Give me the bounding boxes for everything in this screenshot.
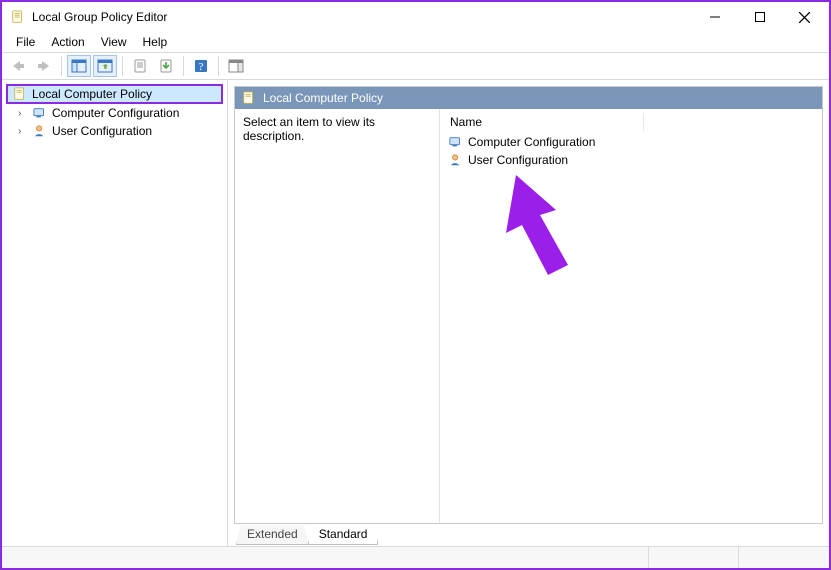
tree-root-local-computer-policy[interactable]: Local Computer Policy: [6, 84, 223, 104]
column-header-name[interactable]: Name: [444, 113, 644, 131]
toolbar-separator: [122, 56, 123, 76]
tab-standard[interactable]: Standard: [308, 524, 379, 545]
computer-icon: [448, 134, 464, 150]
status-cell: [739, 547, 829, 568]
menu-action[interactable]: Action: [43, 33, 92, 51]
toolbar-separator: [61, 56, 62, 76]
tabs-row: Extended Standard: [228, 523, 829, 545]
statusbar: [2, 546, 829, 568]
menu-file[interactable]: File: [8, 33, 43, 51]
window-title: Local Group Policy Editor: [32, 10, 692, 24]
window-controls: [692, 3, 827, 31]
tab-extended[interactable]: Extended: [236, 525, 309, 545]
list-header: Name: [444, 113, 818, 131]
body-split: Local Computer Policy › Computer Configu…: [2, 80, 829, 546]
tree-node-label: Computer Configuration: [52, 106, 179, 120]
toolbar-separator: [218, 56, 219, 76]
list-item-label: Computer Configuration: [468, 135, 595, 149]
tree-node-user-configuration[interactable]: › User Configuration: [6, 122, 223, 140]
tree-node-label: User Configuration: [52, 124, 152, 138]
user-icon: [32, 123, 48, 139]
content-header: Local Computer Policy: [235, 87, 822, 109]
content-body: Select an item to view its description. …: [235, 109, 822, 523]
show-hide-tree-button[interactable]: [67, 55, 91, 77]
computer-icon: [32, 105, 48, 121]
list-item-label: User Configuration: [468, 153, 568, 167]
show-hide-action-pane-button[interactable]: [224, 55, 248, 77]
right-pane: Local Computer Policy Select an item to …: [228, 80, 829, 546]
app-icon: [10, 9, 26, 25]
app-window: Local Group Policy Editor File Action Vi…: [0, 0, 831, 570]
forward-button[interactable]: [32, 55, 56, 77]
description-column: Select an item to view its description.: [235, 109, 440, 523]
back-button[interactable]: [6, 55, 30, 77]
description-prompt: Select an item to view its description.: [243, 115, 375, 143]
policy-document-icon: [241, 90, 257, 106]
tree-root-label: Local Computer Policy: [32, 87, 152, 101]
list-column: Name Computer Configuration: [440, 109, 822, 523]
properties-button[interactable]: [128, 55, 152, 77]
close-button[interactable]: [782, 3, 827, 31]
maximize-button[interactable]: [737, 3, 782, 31]
list-item-computer-configuration[interactable]: Computer Configuration: [444, 133, 818, 151]
menubar: File Action View Help: [2, 32, 829, 52]
cursor-annotation-icon: [496, 175, 586, 288]
user-icon: [448, 152, 464, 168]
tree-node-computer-configuration[interactable]: › Computer Configuration: [6, 104, 223, 122]
menu-view[interactable]: View: [93, 33, 135, 51]
toolbar-separator: [183, 56, 184, 76]
help-button[interactable]: ?: [189, 55, 213, 77]
content-wrap: Local Computer Policy Select an item to …: [228, 80, 829, 524]
status-cell-main: [2, 547, 649, 568]
refresh-button[interactable]: [154, 55, 178, 77]
up-level-button[interactable]: [93, 55, 117, 77]
titlebar: Local Group Policy Editor: [2, 2, 829, 32]
policy-document-icon: [12, 86, 28, 102]
svg-text:?: ?: [199, 61, 204, 73]
list-item-user-configuration[interactable]: User Configuration: [444, 151, 818, 169]
expander-icon[interactable]: ›: [18, 126, 28, 137]
minimize-button[interactable]: [692, 3, 737, 31]
expander-icon[interactable]: ›: [18, 108, 28, 119]
content-header-title: Local Computer Policy: [263, 91, 383, 105]
toolbar: ?: [2, 52, 829, 80]
status-cell: [649, 547, 739, 568]
menu-help[interactable]: Help: [135, 33, 176, 51]
list-rows: Computer Configuration User Configuratio…: [444, 131, 818, 169]
content-panel: Local Computer Policy Select an item to …: [234, 86, 823, 524]
tree-pane[interactable]: Local Computer Policy › Computer Configu…: [2, 80, 228, 546]
